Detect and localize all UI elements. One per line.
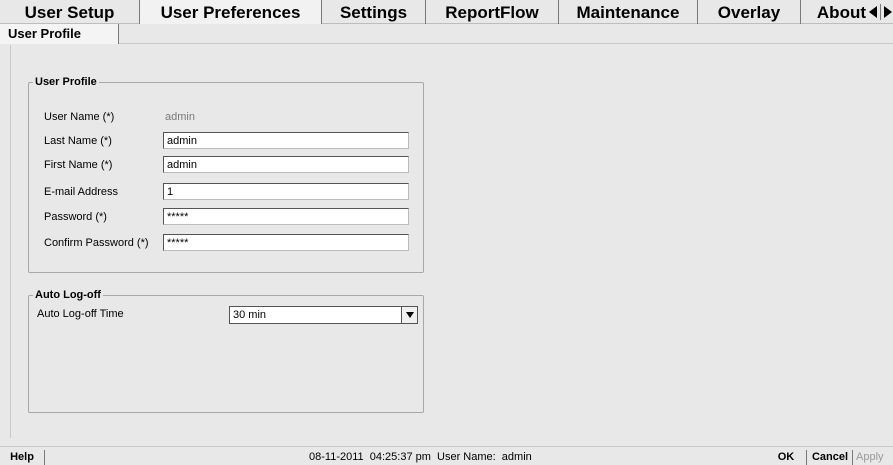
first-name-label: First Name (*) (44, 159, 113, 171)
user-name-value: admin (165, 111, 195, 123)
status-bar: Help 08-11-2011 04:25:37 pm User Name: a… (0, 446, 893, 465)
tab-scroll-divider (880, 4, 881, 20)
last-name-field[interactable] (163, 132, 409, 149)
tab-overlay[interactable]: Overlay (698, 0, 801, 24)
last-name-label: Last Name (*) (44, 135, 112, 147)
user-profile-legend: User Profile (33, 75, 99, 89)
tab-maintenance[interactable]: Maintenance (559, 0, 698, 24)
status-separator (852, 450, 853, 465)
auto-logoff-group: Auto Log-off Auto Log-off Time 30 min (28, 288, 424, 413)
password-field[interactable] (163, 208, 409, 225)
cancel-button[interactable]: Cancel (810, 447, 850, 465)
tab-settings[interactable]: Settings (322, 0, 426, 24)
email-field[interactable] (163, 183, 409, 200)
auto-logoff-time-value: 30 min (233, 309, 267, 321)
content-panel: User Profile User Name (*) admin Last Na… (10, 45, 893, 438)
triangle-left-icon[interactable] (869, 6, 878, 18)
auto-logoff-legend: Auto Log-off (33, 288, 103, 302)
confirm-password-label: Confirm Password (*) (44, 237, 149, 249)
user-name-label: User Name (*) (44, 111, 115, 123)
status-text: 08-11-2011 04:25:37 pm User Name: admin (309, 451, 532, 463)
triangle-down-icon (406, 312, 414, 318)
apply-button[interactable]: Apply (856, 447, 893, 465)
confirm-password-field[interactable] (163, 234, 409, 251)
sub-tab-bar: User Profile (0, 24, 893, 44)
help-button[interactable]: Help (2, 447, 42, 465)
password-label: Password (*) (44, 211, 107, 223)
tab-user-setup[interactable]: User Setup (0, 0, 140, 24)
tab-reportflow[interactable]: ReportFlow (426, 0, 559, 24)
ok-button[interactable]: OK (772, 447, 800, 465)
tab-about[interactable]: About (801, 0, 869, 24)
auto-logoff-time-label: Auto Log-off Time (37, 308, 124, 320)
status-separator (806, 450, 807, 465)
first-name-field[interactable] (163, 156, 409, 173)
triangle-right-icon[interactable] (884, 6, 893, 18)
main-tab-bar: User Setup User Preferences Settings Rep… (0, 0, 893, 24)
status-separator (44, 450, 45, 465)
tab-user-profile[interactable]: User Profile (0, 24, 119, 44)
auto-logoff-time-select[interactable]: 30 min (229, 306, 418, 324)
tab-user-preferences[interactable]: User Preferences (140, 0, 322, 24)
email-label: E-mail Address (44, 186, 118, 198)
dropdown-button[interactable] (401, 307, 417, 323)
user-profile-group: User Profile User Name (*) admin Last Na… (28, 75, 424, 273)
